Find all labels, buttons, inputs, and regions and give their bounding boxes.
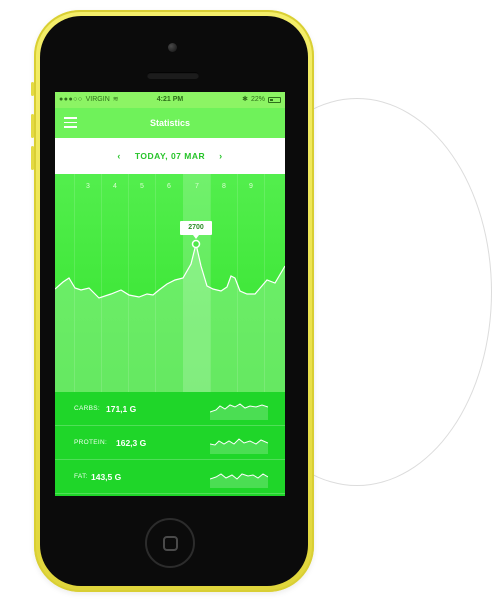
front-camera xyxy=(168,43,177,52)
date-selector: ‹ TODAY, 07 MAR › xyxy=(55,138,285,174)
home-button[interactable] xyxy=(145,518,195,568)
chevron-left-icon[interactable]: ‹ xyxy=(117,151,121,161)
macros-list: CARBS: 171,1 G PROTEIN: 162,3 G FAT: 143… xyxy=(55,392,285,496)
selected-point-marker[interactable] xyxy=(191,239,201,249)
battery-percent: 22% xyxy=(250,96,265,103)
calorie-chart[interactable]: 3 4 5 6 7 8 9 2700 xyxy=(55,174,285,392)
earpiece-speaker xyxy=(147,72,199,79)
fat-sparkline xyxy=(210,473,268,488)
mute-switch xyxy=(31,82,34,96)
stat-label: CARBS: xyxy=(74,405,101,412)
navigation-bar: Statistics xyxy=(55,108,285,138)
battery-icon xyxy=(268,97,281,103)
stat-label: FAT: xyxy=(74,473,88,480)
current-date: TODAY, 07 MAR xyxy=(134,151,206,161)
list-item-protein[interactable]: PROTEIN: 162,3 G xyxy=(55,426,285,460)
carbs-sparkline xyxy=(210,403,268,420)
app-screen: ●●●○○ VIRGIN ≋ 4:21 PM ✱ 22% Statistics … xyxy=(55,92,285,496)
list-item-fat[interactable]: FAT: 143,5 G xyxy=(55,460,285,494)
stat-value: 162,3 G xyxy=(116,438,147,448)
home-square-icon xyxy=(162,535,178,551)
stat-value: 171,1 G xyxy=(106,404,137,414)
protein-sparkline xyxy=(210,438,268,454)
volume-up-button xyxy=(31,114,34,138)
chevron-right-icon[interactable]: › xyxy=(219,151,223,161)
list-item-carbs[interactable]: CARBS: 171,1 G xyxy=(55,392,285,426)
status-bar: ●●●○○ VIRGIN ≋ 4:21 PM ✱ 22% xyxy=(55,92,285,108)
calorie-line-graph xyxy=(55,239,285,392)
volume-down-button xyxy=(31,146,34,170)
page-title: Statistics xyxy=(149,118,191,128)
stat-label: PROTEIN: xyxy=(74,439,108,446)
stat-value: 143,5 G xyxy=(91,472,122,482)
bluetooth-icon: ✱ xyxy=(242,96,248,103)
value-tooltip: 2700 xyxy=(180,221,212,239)
